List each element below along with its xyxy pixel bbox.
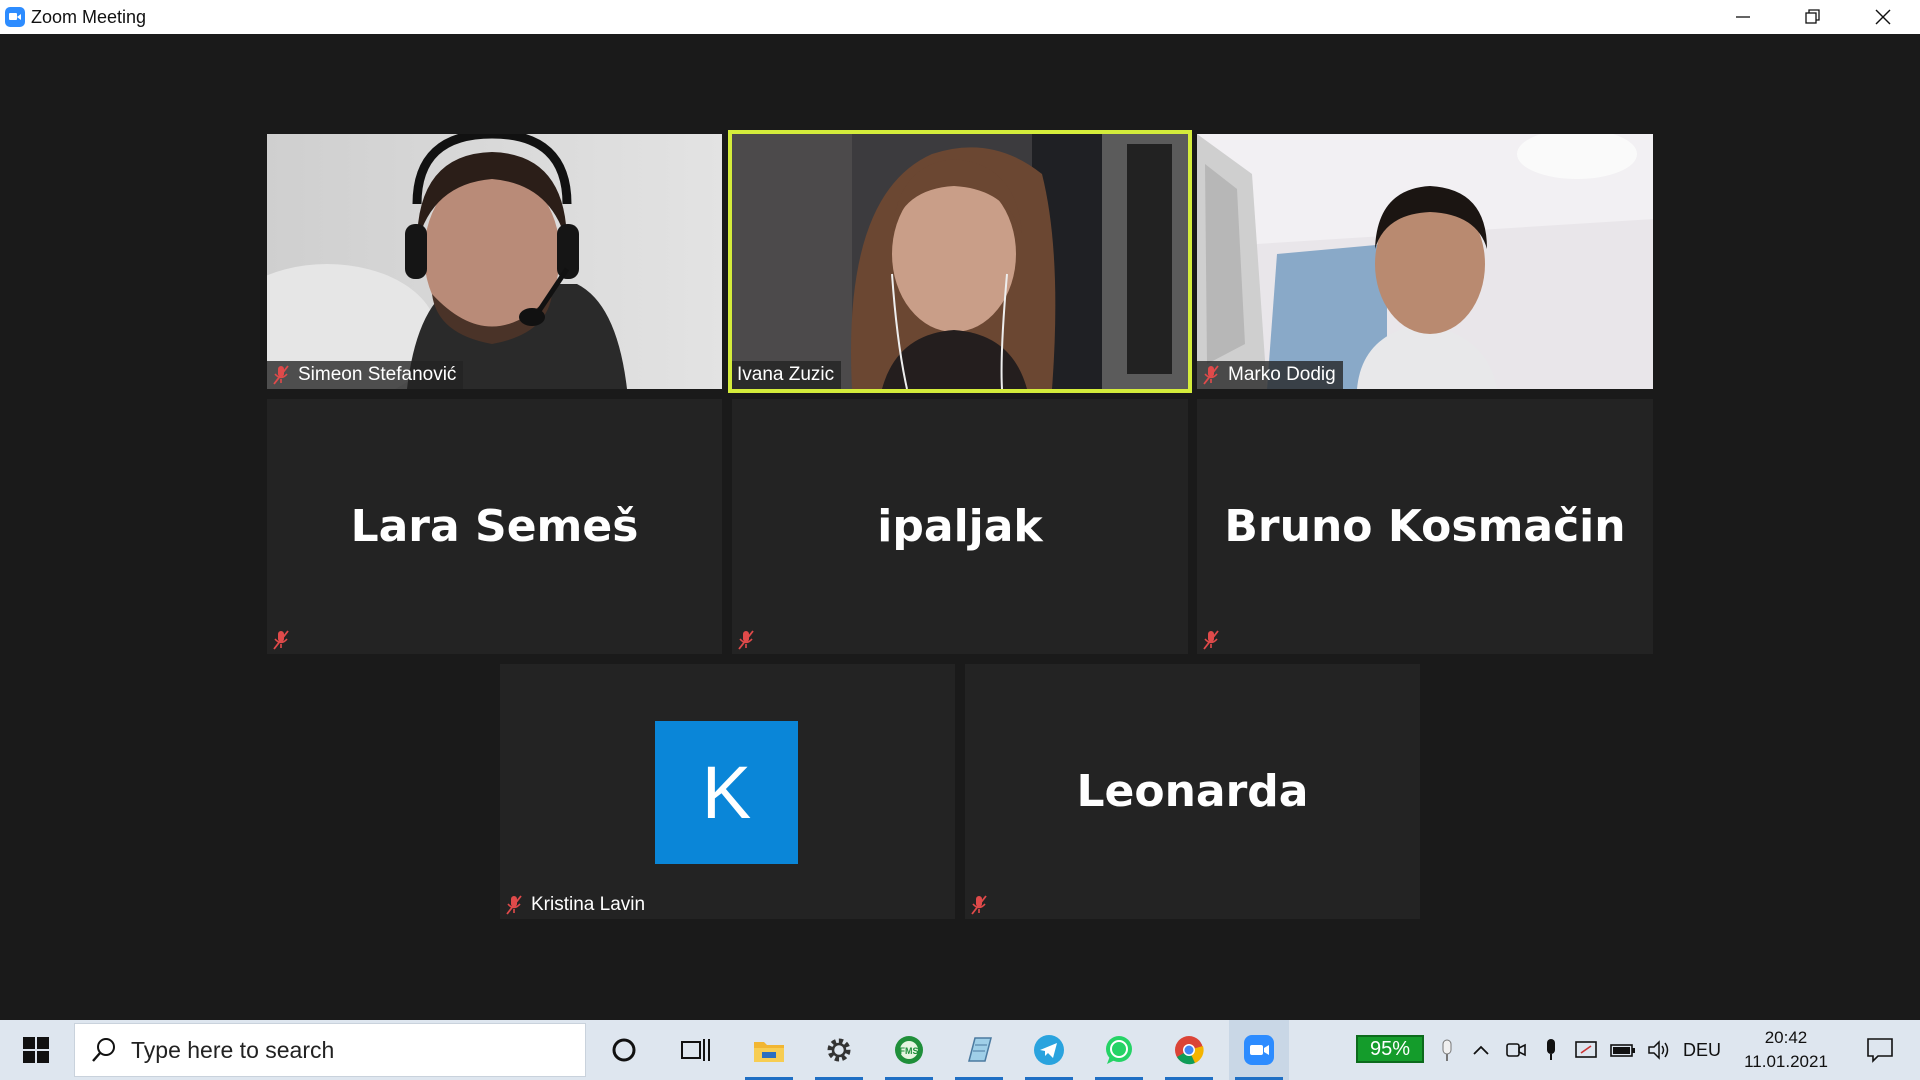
display-icon — [1575, 1041, 1597, 1058]
muted-mic-icon — [738, 630, 754, 650]
clock-date: 11.01.2021 — [1744, 1052, 1828, 1071]
participant-tile-bruno[interactable]: Bruno Kosmačin — [1197, 399, 1653, 654]
camera-icon — [1506, 1043, 1526, 1057]
avatar: K — [655, 721, 798, 864]
battery-icon — [1610, 1044, 1635, 1057]
restore-icon — [1805, 9, 1820, 24]
chrome-icon — [1175, 1036, 1204, 1065]
cortana-icon — [612, 1038, 636, 1062]
muted-mic-icon — [971, 895, 987, 915]
participant-video-ivana — [732, 134, 1188, 389]
participant-tile-ivana[interactable]: Ivana Zuzic — [728, 130, 1192, 393]
taskbar: Type here to search FMS 95% DEU 20:42 11… — [0, 1020, 1920, 1080]
whatsapp-icon — [1106, 1036, 1132, 1064]
muted-mic-icon — [1203, 630, 1219, 650]
participant-nametag: Simeon Stefanović — [267, 361, 464, 389]
chrome-button[interactable] — [1159, 1020, 1219, 1080]
participant-tile-leonarda[interactable]: Leonarda — [965, 664, 1420, 919]
participant-name: Leonarda — [1076, 766, 1309, 817]
participant-name: ipaljak — [877, 501, 1043, 552]
participant-name: Kristina Lavin — [531, 894, 646, 915]
restore-button[interactable] — [1778, 0, 1848, 34]
settings-button[interactable] — [809, 1020, 869, 1080]
cortana-button[interactable] — [594, 1020, 654, 1080]
participant-nametag: Marko Dodig — [1197, 361, 1343, 389]
show-hidden-icons-button[interactable] — [1466, 1020, 1496, 1080]
start-button[interactable] — [0, 1020, 72, 1080]
muted-mic-icon — [506, 895, 522, 915]
clock-time: 20:42 — [1764, 1028, 1808, 1047]
search-icon — [92, 1038, 115, 1062]
microphone-icon — [1547, 1039, 1555, 1060]
notepad-button[interactable] — [949, 1020, 1009, 1080]
notifications-icon — [1867, 1038, 1893, 1063]
fms-icon: FMS — [895, 1036, 923, 1064]
participant-tile-lara[interactable]: Lara Semeš — [267, 399, 722, 654]
pen-tray-button[interactable] — [1432, 1020, 1462, 1080]
title-bar: Zoom Meeting — [0, 0, 1920, 34]
participant-tile-marko[interactable]: Marko Dodig — [1197, 134, 1653, 389]
minimize-button[interactable] — [1708, 0, 1778, 34]
camera-tray-button[interactable] — [1500, 1020, 1532, 1080]
taskbar-search-box[interactable]: Type here to search — [74, 1023, 586, 1077]
participant-tile-simeon[interactable]: Simeon Stefanović — [267, 134, 722, 389]
window-title: Zoom Meeting — [31, 6, 147, 27]
participant-nametag: Ivana Zuzic — [732, 361, 842, 389]
chevron-up-icon — [1473, 1045, 1489, 1055]
task-view-icon — [681, 1039, 710, 1061]
fms-app-button[interactable]: FMS — [879, 1020, 939, 1080]
taskbar-clock[interactable]: 20:42 11.01.2021 — [1724, 1020, 1848, 1080]
zoom-icon — [1244, 1035, 1274, 1065]
telegram-icon — [1034, 1035, 1064, 1065]
meeting-gallery: Simeon Stefanović Ivana Zuzic Marko Dodi… — [0, 34, 1920, 1020]
notepad-icon — [968, 1037, 992, 1062]
muted-mic-icon — [273, 630, 289, 650]
settings-icon — [827, 1038, 851, 1062]
participant-video-simeon — [267, 134, 722, 389]
volume-icon — [1648, 1040, 1669, 1060]
file-explorer-icon — [754, 1042, 784, 1062]
search-placeholder: Type here to search — [131, 1036, 335, 1063]
participant-name: Marko Dodig — [1228, 364, 1336, 385]
participant-tile-kristina[interactable]: K Kristina Lavin — [500, 664, 955, 919]
action-center-button[interactable] — [1852, 1020, 1908, 1080]
muted-mic-icon — [1203, 365, 1219, 385]
battery-percent-badge[interactable]: 95% — [1356, 1035, 1424, 1063]
participant-nametag: Kristina Lavin — [500, 891, 652, 919]
participant-tile-ipaljak[interactable]: ipaljak — [732, 399, 1188, 654]
close-icon — [1875, 9, 1891, 25]
microphone-tray-button[interactable] — [1536, 1020, 1566, 1080]
input-language-button[interactable]: DEU — [1680, 1020, 1724, 1080]
participant-name: Simeon Stefanović — [298, 364, 457, 385]
touch-icon — [1442, 1039, 1452, 1061]
display-tray-button[interactable] — [1570, 1020, 1604, 1080]
participant-name: Bruno Kosmačin — [1224, 501, 1626, 552]
muted-mic-icon — [273, 365, 289, 385]
volume-tray-button[interactable] — [1642, 1020, 1676, 1080]
zoom-app-icon — [5, 7, 25, 27]
task-view-button[interactable] — [666, 1020, 726, 1080]
participant-name: Ivana Zuzic — [737, 364, 835, 385]
participant-name: Lara Semeš — [350, 501, 639, 552]
file-explorer-button[interactable] — [739, 1020, 799, 1080]
minimize-icon — [1736, 16, 1750, 18]
participant-video-marko — [1197, 134, 1653, 389]
battery-tray-button[interactable] — [1606, 1020, 1640, 1080]
svg-text:FMS: FMS — [900, 1046, 919, 1056]
zoom-taskbar-button[interactable] — [1229, 1020, 1289, 1080]
windows-logo-icon — [23, 1037, 49, 1063]
close-button[interactable] — [1848, 0, 1918, 34]
whatsapp-button[interactable] — [1089, 1020, 1149, 1080]
telegram-button[interactable] — [1019, 1020, 1079, 1080]
